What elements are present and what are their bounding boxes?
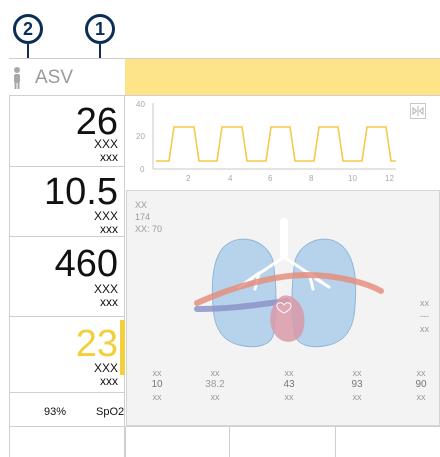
- monitoring-col-3: xx 43 xx: [269, 367, 309, 403]
- callout-2: 2: [13, 14, 43, 44]
- side-value-1: xx: [420, 298, 429, 308]
- monitoring-label: xx: [416, 368, 426, 378]
- x-tick-8: 8: [309, 174, 314, 183]
- monitoring-label: xx: [352, 368, 362, 378]
- side-values: xx --- xx: [420, 297, 429, 336]
- footer-separator: [335, 427, 336, 457]
- monitoring-unit: xx: [416, 392, 426, 402]
- mode-label: ASV: [35, 67, 74, 88]
- parameter-value: 26: [75, 101, 118, 143]
- parameter-box-1[interactable]: 26 XXX xxx: [10, 97, 124, 167]
- x-tick-6: 6: [268, 174, 273, 183]
- parameter-name: XXX: [93, 361, 118, 375]
- y-tick-40: 40: [136, 100, 145, 109]
- monitoring-col-1: xx 10 xx: [137, 367, 177, 403]
- monitoring-unit: xx: [352, 392, 362, 402]
- side-value-3: xx: [420, 324, 429, 334]
- footer-bar: [10, 426, 440, 457]
- monitoring-unit: xx: [152, 392, 162, 402]
- parameter-value: 10.5: [44, 171, 118, 213]
- parameter-unit: xxx: [100, 374, 118, 388]
- monitoring-unit: xx: [284, 392, 294, 402]
- parameter-box-4[interactable]: 23 XXX xxx: [10, 317, 124, 393]
- monitoring-value: 43: [283, 379, 295, 390]
- monitoring-label: xx: [152, 368, 162, 378]
- monitoring-unit: xx: [210, 392, 220, 402]
- x-tick-12: 12: [385, 174, 394, 183]
- monitoring-col-4: xx 93 xx: [337, 367, 377, 403]
- x-tick-10: 10: [348, 174, 357, 183]
- monitoring-value: 90: [415, 379, 427, 390]
- y-tick-0: 0: [140, 165, 145, 174]
- alarm-message-bar[interactable]: [125, 58, 440, 96]
- monitoring-col-5: xx 90 xx: [401, 367, 440, 403]
- waveform-line: [156, 126, 396, 162]
- lungs-illustration: [194, 218, 384, 348]
- parameter-name: XXX: [93, 209, 118, 223]
- pressure-waveform: 40 20 0 2 4 6 8 10 12: [136, 100, 396, 183]
- parameter-value: 460: [54, 243, 118, 285]
- monitoring-label: xx: [284, 368, 294, 378]
- monitoring-label: xx: [210, 368, 220, 378]
- side-value-2: ---: [420, 311, 429, 321]
- parameter-unit: xxx: [100, 295, 118, 309]
- parameter-box-2[interactable]: 10.5 XXX xxx: [10, 167, 124, 237]
- parameter-box-3[interactable]: 460 XXX xxx: [10, 237, 124, 317]
- dynamic-lung-panel[interactable]: XX 174 XX: 70 xx --- xx xx 10 xx xx 38.2…: [126, 190, 440, 426]
- x-tick-2: 2: [186, 174, 191, 183]
- y-tick-20: 20: [136, 132, 145, 141]
- waveform-panel[interactable]: 40 20 0 2 4 6 8 10 12: [126, 97, 440, 189]
- monitoring-value: 38.2: [205, 379, 225, 390]
- mode-indicator[interactable]: ASV: [9, 58, 125, 96]
- freeze-icon[interactable]: [410, 103, 426, 119]
- callout-1: 1: [85, 14, 115, 44]
- spo2-value: 93%: [44, 406, 67, 418]
- x-tick-4: 4: [228, 174, 233, 183]
- parameter-name: XXX: [93, 282, 118, 296]
- person-icon: [14, 67, 20, 89]
- parameter-name: XXX: [93, 137, 118, 151]
- spo2-row[interactable]: 93% SpO2: [10, 393, 124, 427]
- parameter-value-alarm: 23: [75, 323, 118, 365]
- spo2-label: SpO2: [96, 406, 125, 418]
- monitoring-value: 10: [151, 379, 163, 390]
- footer-separator: [229, 427, 230, 457]
- monitoring-value: 93: [351, 379, 363, 390]
- parameter-unit: xxx: [100, 150, 118, 164]
- monitoring-col-2: xx 38.2 xx: [195, 367, 235, 403]
- parameter-unit: xxx: [100, 222, 118, 236]
- footer-separator: [125, 427, 126, 457]
- alarm-indicator-bar: [120, 320, 125, 375]
